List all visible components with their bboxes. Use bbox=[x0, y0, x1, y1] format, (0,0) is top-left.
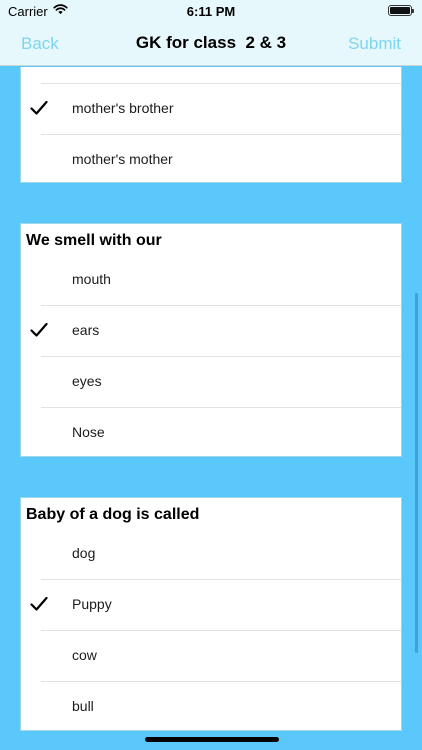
option-row[interactable]: ears bbox=[21, 305, 401, 356]
option-label: mouth bbox=[72, 271, 111, 287]
option-row[interactable]: Nose bbox=[21, 407, 401, 458]
question-text: We smell with our bbox=[26, 232, 162, 249]
quiz-scroll-view[interactable]: mother's brother mother's mother We smel… bbox=[0, 67, 422, 750]
navigation-bar: Back GK for class 2 & 3 Submit bbox=[0, 22, 422, 66]
option-label: mother's brother bbox=[72, 100, 174, 116]
option-row[interactable]: mother's mother bbox=[21, 134, 401, 185]
option-row[interactable]: mother's brother bbox=[21, 83, 401, 134]
check-icon bbox=[30, 596, 48, 611]
option-label: cow bbox=[72, 647, 97, 663]
status-bar: Carrier 6:11 PM bbox=[0, 0, 422, 22]
option-row[interactable]: cow bbox=[21, 630, 401, 681]
option-label: eyes bbox=[72, 373, 102, 389]
check-icon bbox=[30, 322, 48, 337]
option-label: Puppy bbox=[72, 596, 112, 612]
status-time: 6:11 PM bbox=[186, 4, 236, 19]
option-row[interactable]: bull bbox=[21, 681, 401, 732]
option-label: Nose bbox=[72, 424, 105, 440]
question-card-1: mother's brother mother's mother bbox=[20, 67, 402, 183]
option-row[interactable]: eyes bbox=[21, 356, 401, 407]
scrollbar[interactable] bbox=[415, 293, 418, 653]
check-icon bbox=[30, 100, 48, 115]
home-indicator[interactable] bbox=[145, 737, 279, 742]
question-text: Baby of a dog is called bbox=[26, 506, 200, 523]
submit-button[interactable]: Submit bbox=[348, 34, 401, 54]
option-label: mother's mother bbox=[72, 151, 173, 167]
option-row[interactable]: mouth bbox=[21, 254, 401, 305]
question-card-3: Baby of a dog is called dog Puppy cow bu… bbox=[20, 497, 402, 731]
option-label: dog bbox=[72, 545, 96, 561]
battery-icon bbox=[388, 5, 414, 16]
option-label: ears bbox=[72, 322, 100, 338]
option-partial bbox=[21, 67, 401, 82]
option-row[interactable]: dog bbox=[21, 528, 401, 579]
option-label: bull bbox=[72, 698, 94, 714]
option-row[interactable]: Puppy bbox=[21, 579, 401, 630]
question-card-2: We smell with our mouth ears eyes Nose bbox=[20, 223, 402, 457]
